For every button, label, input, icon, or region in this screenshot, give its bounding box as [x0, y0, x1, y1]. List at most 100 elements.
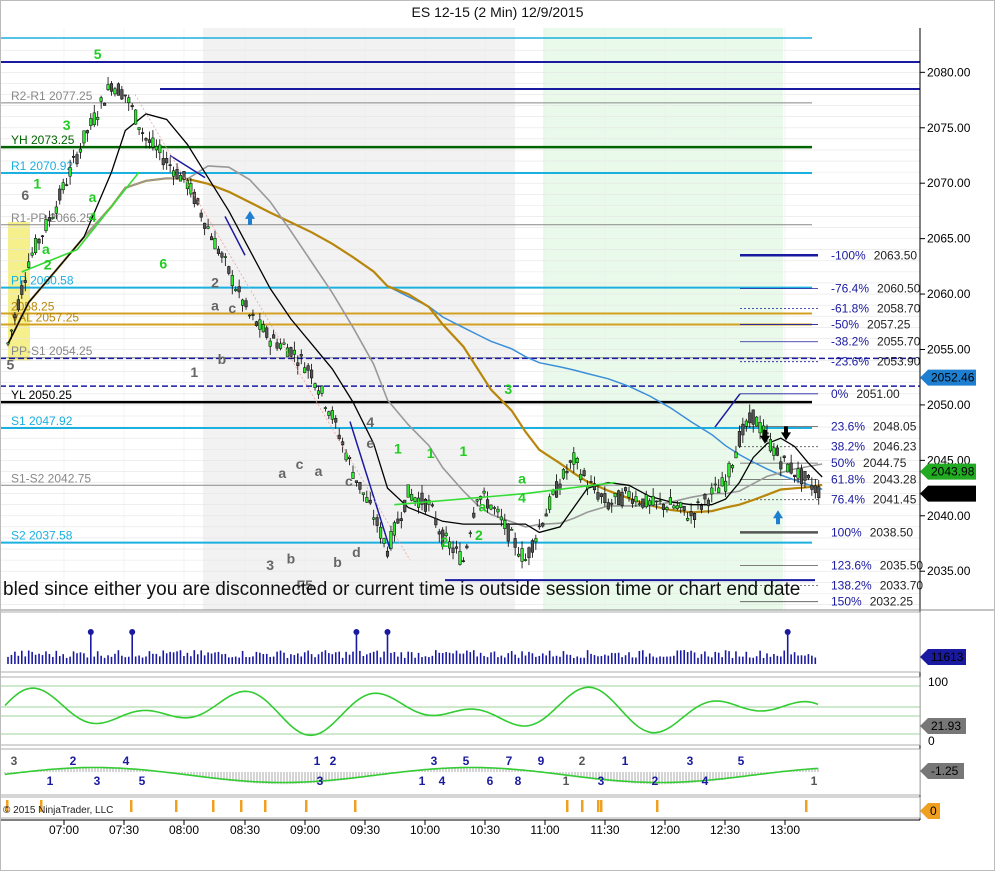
candle-body: [448, 541, 452, 549]
candle-body: [220, 252, 224, 258]
candle-body: [241, 299, 245, 306]
candle-body: [606, 502, 610, 510]
wave-label: 2: [211, 274, 219, 290]
candle-body: [154, 146, 158, 151]
event-bar: [600, 800, 603, 812]
candle-body: [147, 139, 151, 143]
x-tick-label: 11:00: [530, 823, 559, 837]
candle-body: [13, 314, 17, 319]
macd-wave-label: 3: [687, 754, 694, 768]
candle-body: [534, 538, 538, 543]
event-bar: [212, 800, 215, 812]
candle-body: [61, 182, 65, 191]
event-bar: [581, 800, 584, 812]
candle-body: [96, 117, 100, 120]
wave-label: 4: [518, 489, 526, 505]
candle-body: [134, 109, 138, 125]
macd-wave-label: 4: [439, 774, 446, 788]
candle-body: [372, 517, 376, 520]
candle-body: [737, 431, 741, 447]
candle-body: [92, 112, 96, 125]
candle-body: [634, 496, 638, 503]
candle-body: [375, 517, 379, 526]
macd-wave-label: 6: [487, 774, 494, 788]
candle-body: [703, 493, 707, 500]
macd-wave-label: 2: [70, 754, 77, 768]
macd-wave-label: 2: [579, 754, 586, 768]
candle-body: [254, 321, 258, 326]
wave-label: 3: [266, 557, 274, 573]
candle-body: [523, 559, 528, 561]
candle-body: [541, 522, 545, 527]
candle-body: [406, 484, 410, 498]
bar-marker-label: 0: [930, 804, 937, 818]
fib-label: -50% 2057.25: [831, 318, 911, 332]
candle-body: [817, 486, 821, 499]
x-tick-label: 08:30: [230, 823, 260, 837]
candle-body: [116, 83, 120, 96]
macd-wave-label: 4: [123, 754, 130, 768]
candle-body: [741, 423, 745, 436]
wave-label: a: [278, 465, 286, 481]
candle-body: [610, 502, 614, 505]
fib-label: 61.8% 2043.28: [831, 472, 917, 486]
macd-marker-label: -1.25: [931, 764, 959, 778]
candle-body: [165, 158, 169, 164]
chart-canvas[interactable]: R2-R1 2077.25YH 2073.25R1 2070.92R1-PP 2…: [0, 0, 995, 871]
candle-body: [310, 369, 314, 379]
candle-body: [454, 546, 459, 549]
wave-label: a: [478, 498, 486, 514]
osc-marker-label: 21.93: [931, 719, 961, 733]
volume-marker-label: 11613: [931, 650, 964, 664]
candle-body: [744, 420, 748, 427]
candle-body: [244, 300, 248, 308]
candle-body: [51, 216, 55, 220]
candle-body: [199, 212, 203, 218]
macd-wave-label: 8: [515, 774, 522, 788]
wave-label: 5: [94, 46, 102, 62]
y-tick-label: 2060.00: [927, 287, 971, 301]
candle-body: [548, 496, 552, 510]
candle-body: [679, 502, 683, 508]
candle-body: [775, 447, 779, 456]
event-bar: [805, 800, 808, 812]
candle-body: [265, 327, 269, 338]
candle-body: [127, 97, 131, 104]
candle-body: [668, 497, 672, 505]
candle-body: [658, 500, 662, 502]
candle-body: [648, 500, 652, 506]
candle-body: [161, 158, 165, 166]
candle-body: [237, 286, 241, 293]
x-tick-label: 07:30: [109, 823, 139, 837]
candle-body: [517, 553, 521, 557]
candle-body: [503, 519, 507, 529]
volume-spike-dot: [784, 629, 791, 635]
candle-body: [192, 191, 196, 204]
level-label: S1 2047.92: [11, 414, 73, 428]
candle-body: [696, 501, 700, 504]
x-tick-label: 10:30: [470, 823, 500, 837]
candle-body: [734, 451, 738, 459]
macd-wave-label: 5: [738, 754, 745, 768]
candle-body: [68, 167, 72, 177]
candle-body: [23, 280, 27, 283]
event-bar: [240, 800, 243, 812]
event-bar: [566, 800, 569, 812]
candle-body: [385, 550, 390, 557]
candle-body: [510, 529, 514, 531]
candle-body: [282, 342, 286, 345]
macd-wave-label: 1: [811, 774, 818, 788]
event-bar: [175, 800, 178, 812]
candle-body: [47, 217, 51, 222]
candle-body: [120, 89, 124, 100]
candle-body: [9, 329, 13, 332]
candle-body: [178, 175, 183, 182]
price-marker-label: 2043.98: [931, 465, 975, 479]
candle-body: [789, 462, 793, 474]
volume-spike-dot: [353, 629, 360, 635]
candle-body: [486, 499, 490, 509]
x-tick-label: 12:30: [710, 823, 740, 837]
fib-label: 50% 2044.75: [831, 456, 907, 470]
candle-body: [799, 468, 804, 485]
candle-body: [337, 434, 341, 440]
